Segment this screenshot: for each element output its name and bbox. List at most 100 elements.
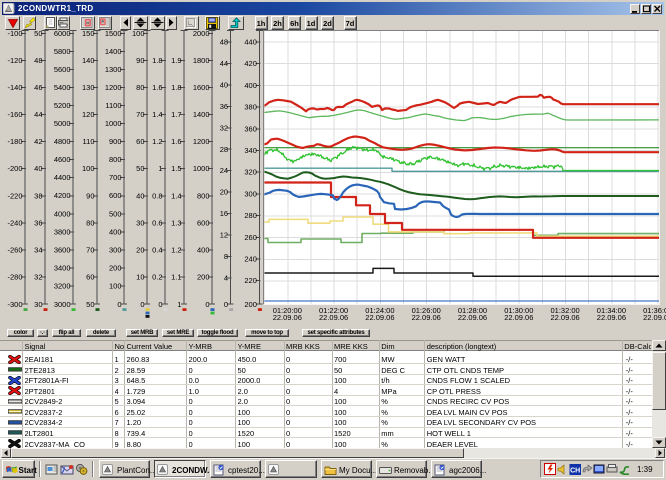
svg-text:300: 300 [244,189,257,198]
svg-text:40: 40 [136,191,144,200]
svg-text:600: 600 [109,191,122,200]
svg-text:150: 150 [82,30,95,38]
svg-text:1.6: 1.6 [171,137,181,146]
svg-text:1200: 1200 [105,83,122,92]
svg-text:44: 44 [34,110,42,119]
svg-text:1.6: 1.6 [152,83,162,92]
svg-text:4800: 4800 [54,137,71,146]
svg-text:1.8: 1.8 [171,83,181,92]
svg-text:20: 20 [220,188,228,197]
svg-text:1.9: 1.9 [171,56,181,65]
svg-text:-280: -280 [7,273,22,282]
svg-text:22.09.06: 22.09.06 [365,313,394,322]
svg-text:3200: 3200 [54,282,71,291]
svg-text:22.09.06: 22.09.06 [504,313,533,322]
svg-text:-100: -100 [7,30,22,38]
svg-text:30: 30 [34,300,42,309]
svg-text:110: 110 [83,137,95,146]
svg-text:90: 90 [136,56,144,65]
svg-text:100: 100 [132,30,145,38]
svg-text:10: 10 [136,273,144,282]
svg-text:1: 1 [158,164,162,173]
svg-text:12: 12 [220,231,228,240]
svg-text:340: 340 [244,146,257,155]
svg-text:140: 140 [82,56,95,65]
svg-text:0: 0 [140,300,144,309]
svg-text:3800: 3800 [54,227,71,236]
svg-text:200: 200 [197,273,210,282]
svg-text:90: 90 [86,191,94,200]
svg-text:36: 36 [34,218,42,227]
svg-text:5600: 5600 [54,65,71,74]
svg-text:400: 400 [197,245,210,254]
svg-text:48: 48 [220,38,228,47]
svg-text:1400: 1400 [105,47,122,56]
svg-text:0: 0 [205,300,209,309]
svg-text:300: 300 [109,245,122,254]
svg-text:1400: 1400 [193,110,210,119]
svg-text:-140: -140 [7,83,22,92]
svg-text:1.2: 1.2 [171,246,181,255]
svg-text:0.8: 0.8 [152,191,162,200]
svg-text:40: 40 [34,164,42,173]
svg-text:200: 200 [244,300,257,309]
svg-text:70: 70 [136,110,144,119]
svg-text:220: 220 [244,276,257,285]
svg-text:360: 360 [244,124,257,133]
svg-text:3000: 3000 [54,300,71,309]
svg-text:1.5: 1.5 [171,164,181,173]
svg-text:60: 60 [136,137,144,146]
svg-text:400: 400 [109,227,122,236]
svg-text:44: 44 [220,59,228,68]
svg-text:1.2: 1.2 [152,137,162,146]
svg-text:200: 200 [109,263,122,272]
svg-text:-120: -120 [7,56,22,65]
svg-text:0.4: 0.4 [152,246,162,255]
svg-text:380: 380 [244,103,257,112]
svg-text:1800: 1800 [193,56,210,65]
svg-text:60: 60 [86,273,94,282]
svg-text:600: 600 [197,218,210,227]
svg-text:22.09.06: 22.09.06 [550,313,579,322]
svg-text:1200: 1200 [193,137,210,146]
svg-text:46: 46 [34,83,42,92]
svg-text:1.4: 1.4 [152,110,162,119]
svg-text:-300: -300 [7,300,22,309]
svg-text:0.6: 0.6 [152,218,162,227]
svg-text:42: 42 [34,137,42,146]
svg-text:-160: -160 [7,110,22,119]
svg-text:4000: 4000 [54,209,71,218]
svg-text:1000: 1000 [193,164,210,173]
svg-text:22.09.06: 22.09.06 [273,313,302,322]
svg-text:48: 48 [34,56,42,65]
svg-text:24: 24 [220,166,228,175]
svg-text:3600: 3600 [54,245,71,254]
svg-text:50: 50 [86,300,94,309]
svg-text:80: 80 [86,218,94,227]
svg-text:700: 700 [109,173,122,182]
svg-text:-240: -240 [7,218,22,227]
svg-text:100: 100 [109,282,122,291]
svg-text:70: 70 [86,245,94,254]
svg-text:22.09.06: 22.09.06 [319,313,348,322]
svg-text:5200: 5200 [54,101,71,110]
svg-text:800: 800 [197,191,210,200]
svg-text:1.1: 1.1 [171,273,181,282]
svg-text:-180: -180 [7,137,22,146]
svg-text:38: 38 [34,191,42,200]
svg-text:5800: 5800 [54,47,71,56]
svg-text:1100: 1100 [105,101,121,110]
svg-text:120: 120 [82,110,95,119]
svg-text:30: 30 [136,218,144,227]
svg-text:22.09.06: 22.09.06 [412,313,441,322]
svg-text:4: 4 [224,273,228,282]
svg-text:1.7: 1.7 [171,110,181,119]
svg-text:2000: 2000 [193,30,210,38]
svg-text:4600: 4600 [54,155,71,164]
svg-text:1.8: 1.8 [152,56,162,65]
svg-text:240: 240 [244,255,257,264]
svg-text:1: 1 [177,300,181,309]
svg-text:280: 280 [244,211,257,220]
svg-text:5000: 5000 [54,119,71,128]
svg-text:4200: 4200 [54,191,71,200]
